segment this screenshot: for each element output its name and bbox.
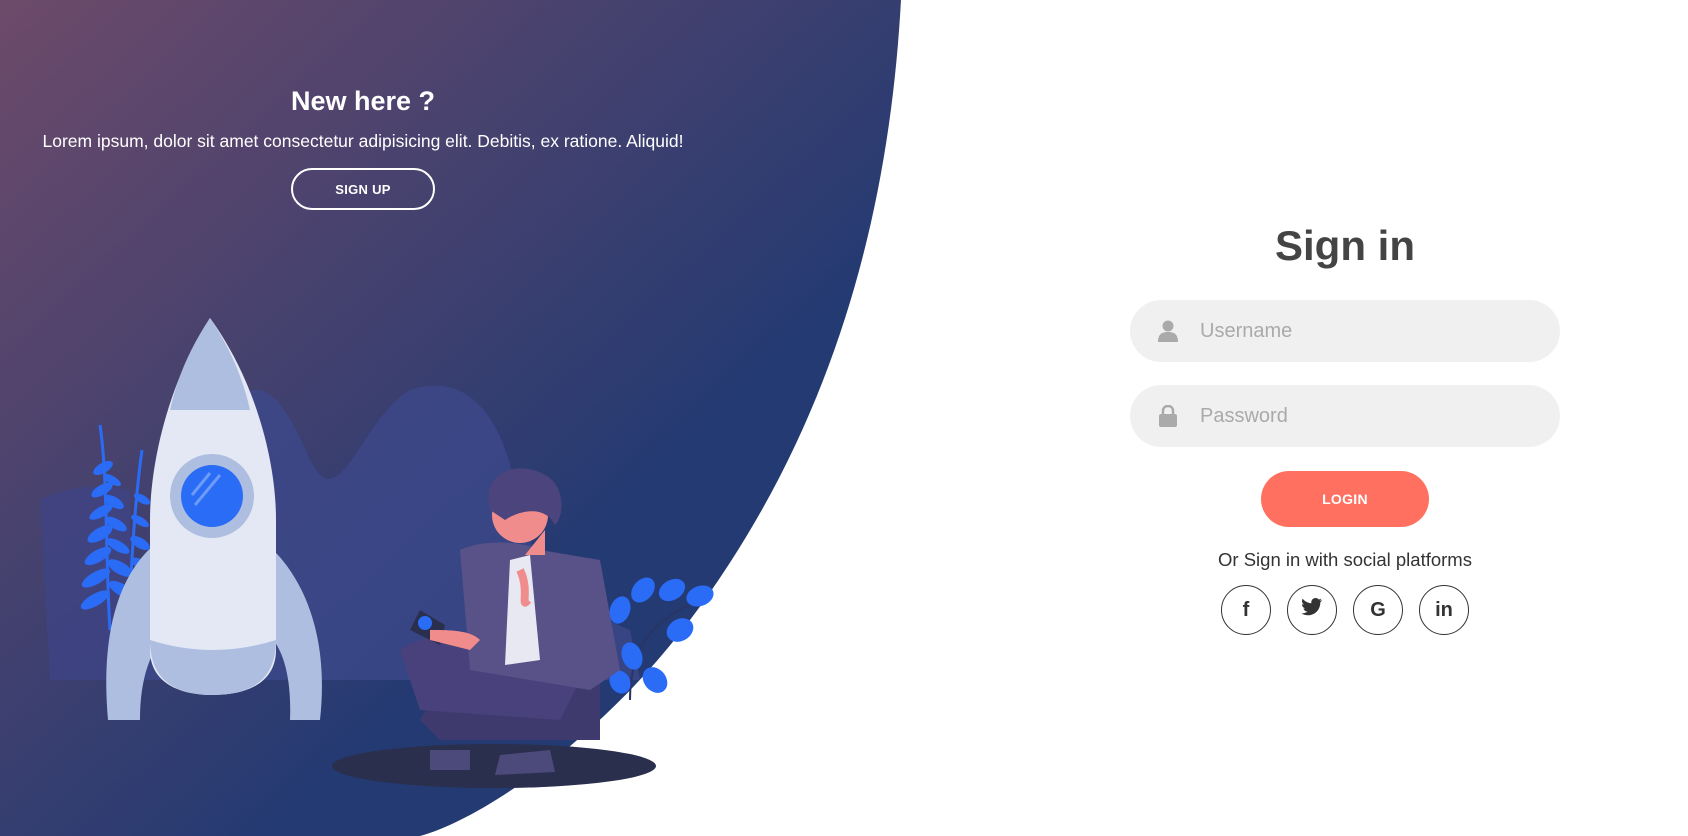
linkedin-icon: in xyxy=(1435,598,1453,621)
twitter-icon xyxy=(1301,598,1323,622)
username-field[interactable] xyxy=(1130,299,1560,363)
social-buttons: f G in xyxy=(1130,585,1560,635)
twitter-button[interactable] xyxy=(1287,585,1337,635)
sign-up-button[interactable]: SIGN UP xyxy=(291,168,435,210)
rocket-illustration xyxy=(40,318,714,788)
new-here-title: New here ? xyxy=(290,86,436,116)
linkedin-button[interactable]: in xyxy=(1419,585,1469,635)
facebook-button[interactable]: f xyxy=(1221,585,1271,635)
google-icon: G xyxy=(1370,598,1386,621)
lock-icon xyxy=(1156,404,1180,428)
google-button[interactable]: G xyxy=(1353,585,1403,635)
username-input[interactable] xyxy=(1198,299,1560,363)
user-icon xyxy=(1156,319,1180,343)
sign-in-title: Sign in xyxy=(1275,222,1415,269)
left-panel: New here ? Lorem ipsum, dolor sit amet c… xyxy=(0,70,726,210)
login-button[interactable]: LOGIN xyxy=(1261,471,1429,527)
new-here-description: Lorem ipsum, dolor sit amet consectetur … xyxy=(42,131,684,151)
social-text: Or Sign in with social platforms xyxy=(1218,549,1472,570)
facebook-icon: f xyxy=(1242,598,1250,621)
password-field[interactable] xyxy=(1130,384,1560,448)
password-input[interactable] xyxy=(1198,384,1560,448)
sign-in-form: Sign in LOGIN Or Sign in with social pla… xyxy=(1130,218,1560,635)
